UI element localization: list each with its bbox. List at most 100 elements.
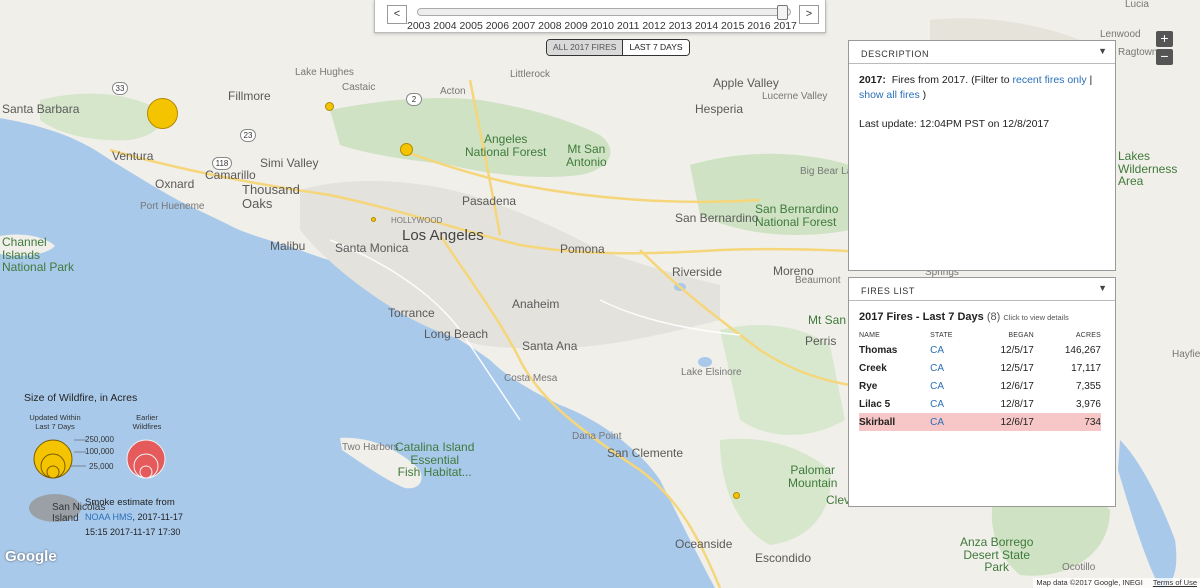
map-label-escondido: Escondido [755,551,812,565]
map-label-palomar-mountain: Palomar Mountain [788,463,838,490]
timeline-year[interactable]: 2009 [564,20,587,32]
timeline-year[interactable]: 2013 [669,20,692,32]
map-label-riverside: Riverside [672,265,723,279]
timeline-year[interactable]: 2016 [747,20,770,32]
zoom-in-button[interactable]: + [1156,31,1173,47]
map-label-ventura: Ventura [112,149,154,163]
timeline-year[interactable]: 2008 [538,20,561,32]
legend-size-value: 25,000 [89,462,114,471]
table-row-selected[interactable]: Skirball CA 12/6/17 734 [859,413,1101,431]
fire-marker-lilac[interactable] [733,492,740,499]
map-label-camarillo: Camarillo [205,168,256,182]
timeline-year[interactable]: 2012 [642,20,665,32]
fire-acres: 17,117 [1071,362,1101,374]
timeline-year[interactable]: 2010 [591,20,614,32]
fire-marker-skirball[interactable] [371,217,376,222]
panel-divider [849,300,1115,301]
noaa-hms-link[interactable]: NOAA HMS [85,512,133,522]
table-row[interactable]: Creek CA 12/5/17 17,117 [859,359,1101,377]
map-label-two-harbors: Two Harbors [342,442,399,453]
fire-name: Rye [859,380,878,392]
legend-recent-label: Updated Within Last 7 Days [22,413,88,431]
column-header-state[interactable]: STATE [930,329,972,341]
map-label-ragtown: Ragtown [1118,47,1158,58]
table-row[interactable]: Thomas CA 12/5/17 146,267 [859,341,1101,359]
legend-earlier-label-line1: Earlier [136,413,158,422]
column-header-began[interactable]: BEGAN [972,329,1034,341]
collapse-caret-icon[interactable]: ▼ [1098,283,1107,293]
description-panel-title: DESCRIPTION [861,49,930,59]
fire-name: Lilac 5 [859,398,891,410]
filter-last-7-days-button[interactable]: LAST 7 DAYS [622,40,689,55]
filter-all-fires-button[interactable]: ALL 2017 FIRES [547,40,623,55]
timeline-year[interactable]: 2015 [721,20,744,32]
map-label-oceanside: Oceanside [675,537,733,551]
fire-state[interactable]: CA [930,341,972,359]
fire-state[interactable]: CA [930,395,972,413]
description-separator: | [1086,74,1093,86]
fire-filter-toggle: ALL 2017 FIRES LAST 7 DAYS [546,39,690,56]
map-label-wilderness-area: Lakes Wilderness Area [1118,149,1178,189]
map-label-anaheim: Anaheim [512,297,560,311]
collapse-caret-icon[interactable]: ▼ [1098,46,1107,56]
smoke-legend-title: Smoke estimate from [85,497,175,508]
legend-earlier-circles [126,439,166,479]
map-label-thousand-oaks: Thousand Oaks [242,182,300,211]
smoke-legend-source: NOAA HMS, 2017-11-17 [85,512,183,522]
fire-began: 12/5/17 [1000,362,1034,374]
map-label-anza-borrego: Anza Borrego Desert State Park [960,535,1034,575]
zoom-out-button[interactable]: − [1156,49,1173,65]
timeline-year[interactable]: 2006 [486,20,509,32]
fire-state[interactable]: CA [930,377,972,395]
fires-list-panel: FIRES LIST ▼ 2017 Fires - Last 7 Days (8… [848,277,1116,507]
fire-began: 12/5/17 [1000,344,1034,356]
timeline-year[interactable]: 2003 [407,20,430,32]
map-label-santa-monica: Santa Monica [335,241,409,255]
map-label-apple-valley: Apple Valley [713,76,779,90]
table-row[interactable]: Rye CA 12/6/17 7,355 [859,377,1101,395]
map-label-hayfield: Hayfield [1172,349,1200,360]
map-label-littlerock: Littlerock [510,69,551,80]
recent-fires-only-link[interactable]: recent fires only [1012,74,1086,86]
map-label-lenwood: Lenwood [1100,29,1141,40]
fire-state[interactable]: CA [930,359,972,377]
google-logo: Google [5,548,57,565]
timeline-year[interactable]: 2014 [695,20,718,32]
show-all-fires-link[interactable]: show all fires [859,89,920,101]
timeline-slider-track[interactable] [417,5,791,20]
timeline-next-button[interactable]: > [799,5,819,24]
smoke-legend-date: , 2017-11-17 [132,512,183,522]
timeline-year[interactable]: 2011 [617,20,640,32]
terms-of-use-link[interactable]: Terms of Use [1153,578,1197,587]
map-label-lucia: Lucia [1125,0,1149,10]
map-label-santa-ana: Santa Ana [522,339,578,353]
timeline-year[interactable]: 2004 [433,20,456,32]
map-label-pasadena: Pasadena [462,194,517,208]
fires-list-title: FIRES LIST [861,286,916,296]
map-label-long-beach: Long Beach [424,327,489,341]
timeline-prev-button[interactable]: < [387,5,407,24]
legend-recent-circles [33,439,73,479]
description-body: 2017: Fires from 2017. (Filter to recent… [859,73,1103,132]
timeline-year[interactable]: 2007 [512,20,535,32]
timeline-slider-handle[interactable] [777,5,788,20]
attribution-text: Map data ©2017 Google, INEGI [1036,578,1143,587]
column-header-acres[interactable]: ACRES [1034,329,1101,341]
fire-marker-creek[interactable] [400,143,413,156]
timeline-year-labels: 2003 2004 2005 2006 2007 2008 2009 2010 … [407,20,797,32]
map-label-catalina-island: Catalina Island Essential Fish Habitat..… [395,440,475,480]
fire-marker[interactable] [325,102,334,111]
timeline-year[interactable]: 2017 [774,20,797,32]
highway-shield: 2 [406,93,422,106]
timeline-year[interactable]: 2005 [459,20,482,32]
map-label-fillmore: Fillmore [228,89,271,103]
map-label-oxnard: Oxnard [155,177,195,191]
map-label-san-bernardino: San Bernardino [675,211,759,225]
table-row[interactable]: Lilac 5 CA 12/8/17 3,976 [859,395,1101,413]
fire-marker-thomas[interactable] [147,98,178,129]
year-timeline: < 2003 2004 2005 2006 2007 2008 2009 201… [374,0,826,33]
map-label-hollywood: HOLLYWOOD [391,216,443,225]
column-header-name[interactable]: NAME [859,329,930,341]
fire-state[interactable]: CA [930,413,972,431]
fire-acres: 734 [1033,413,1101,431]
